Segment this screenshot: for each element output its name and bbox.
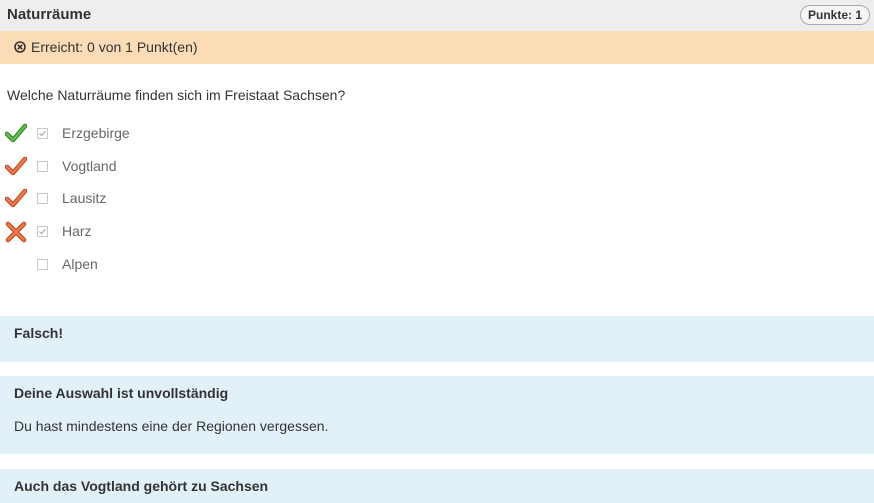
answer-option: Alpen bbox=[0, 254, 300, 278]
feedback-box: Falsch! bbox=[0, 316, 874, 362]
cross-orange-icon bbox=[5, 221, 27, 243]
result-text: Erreicht: 0 von 1 Punkt(en) bbox=[31, 39, 198, 55]
check-orange-icon bbox=[4, 156, 28, 178]
answer-checkbox[interactable] bbox=[37, 161, 48, 172]
answer-checkbox[interactable] bbox=[37, 226, 48, 237]
feedback-box: Deine Auswahl ist unvollständig Du hast … bbox=[0, 376, 874, 454]
result-bar: Erreicht: 0 von 1 Punkt(en) bbox=[0, 31, 874, 64]
question-title: Naturräume bbox=[7, 6, 92, 23]
answer-checkbox[interactable] bbox=[37, 259, 48, 270]
feedback-box: Auch das Vogtland gehört zu Sachsen bbox=[0, 469, 874, 503]
answer-option: Harz bbox=[0, 221, 300, 245]
question-header: Naturräume Punkte: 1 bbox=[0, 0, 874, 31]
answer-label: Harz bbox=[62, 223, 92, 239]
answer-option: Lausitz bbox=[0, 188, 300, 212]
question-text: Welche Naturräume finden sich im Freista… bbox=[7, 87, 346, 103]
feedback-title: Auch das Vogtland gehört zu Sachsen bbox=[14, 478, 269, 494]
answer-option: Erzgebirge bbox=[0, 123, 300, 147]
points-badge: Punkte: 1 bbox=[799, 5, 870, 25]
feedback-title: Deine Auswahl ist unvollständig bbox=[14, 385, 229, 401]
check-orange-icon bbox=[4, 188, 28, 210]
feedback-title: Falsch! bbox=[14, 325, 64, 341]
answer-label: Lausitz bbox=[62, 190, 107, 206]
circle-x-icon bbox=[14, 40, 26, 53]
answer-label: Vogtland bbox=[62, 158, 117, 174]
answer-label: Erzgebirge bbox=[62, 125, 130, 141]
answer-option: Vogtland bbox=[0, 156, 300, 180]
answer-label: Alpen bbox=[62, 256, 98, 272]
answer-checkbox[interactable] bbox=[37, 128, 48, 139]
feedback-text: Du hast mindestens eine der Regionen ver… bbox=[14, 418, 329, 434]
check-green-icon bbox=[4, 123, 28, 145]
answer-checkbox[interactable] bbox=[37, 193, 48, 204]
